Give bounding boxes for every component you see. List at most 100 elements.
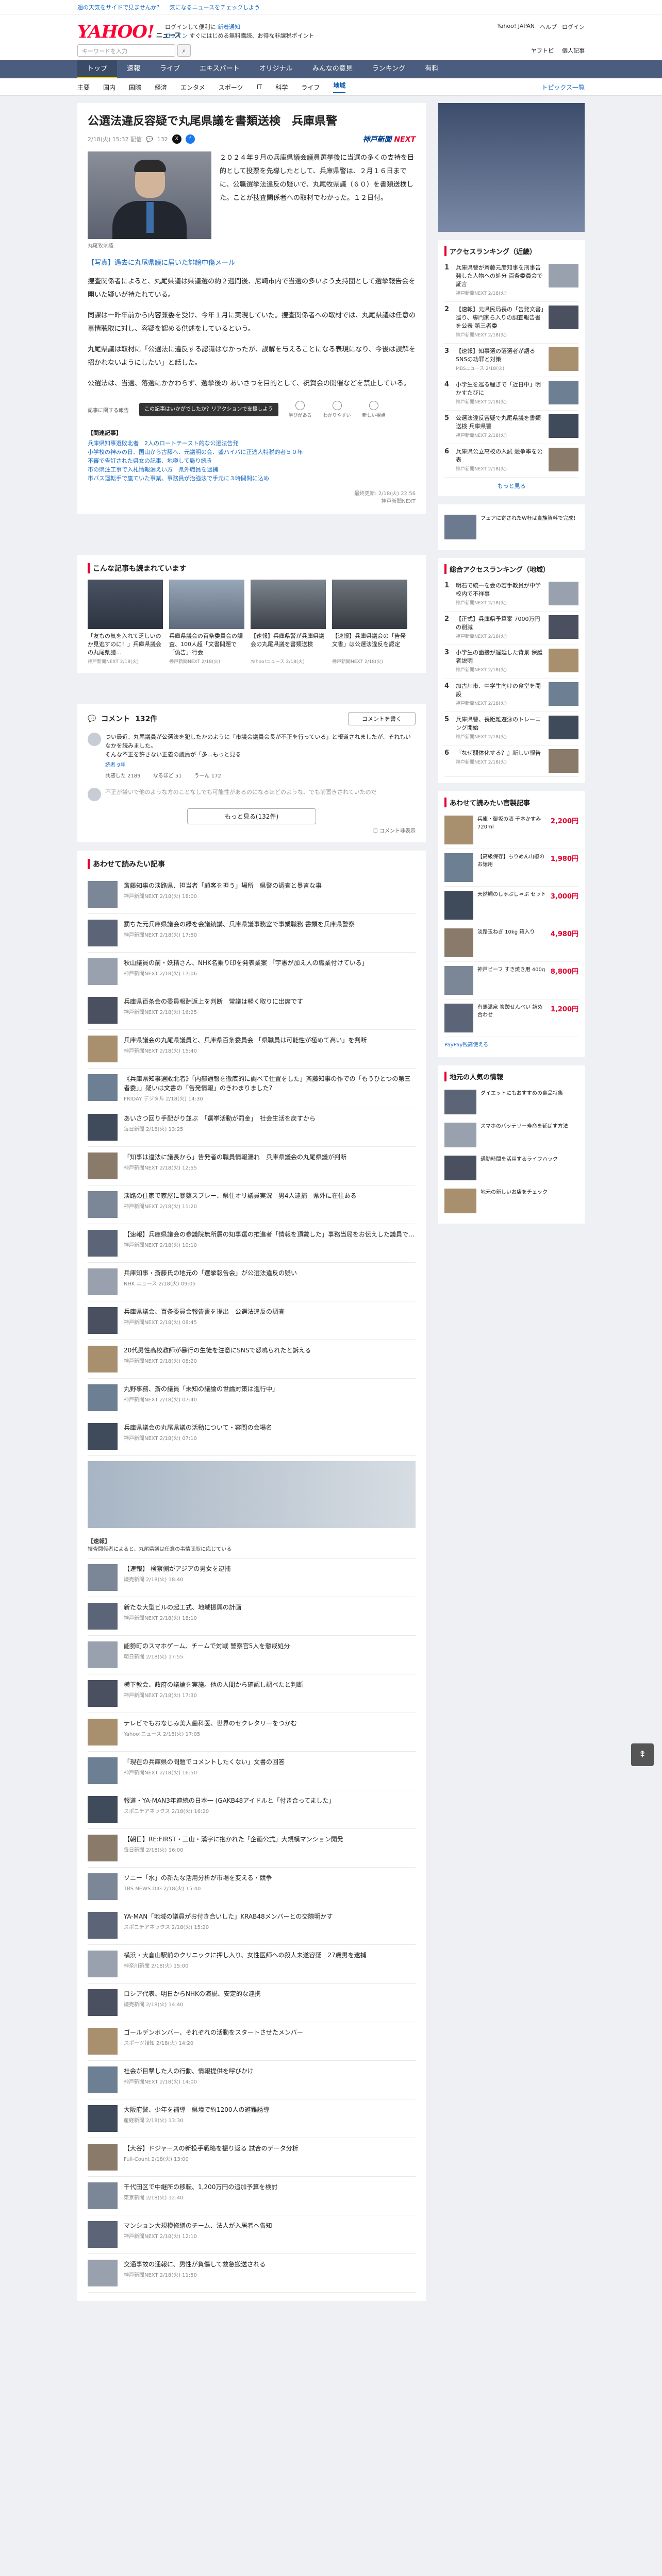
- help-link[interactable]: ヘルプ: [540, 23, 557, 31]
- shop-title[interactable]: 【高級保存】ちりめん山椒のお徳用: [477, 853, 547, 882]
- cat-life[interactable]: ライフ: [301, 83, 320, 92]
- feed-thumb[interactable]: [88, 2105, 118, 2132]
- nav-live[interactable]: ライブ: [150, 60, 190, 78]
- feed-item[interactable]: マンション大規模修繕のチーム、法人が入居者へ告知 神戸新聞NEXT 2/18(火)…: [88, 2215, 416, 2254]
- feed-title[interactable]: 【速報】 検察側がアジアの男女を逮捕: [124, 1564, 230, 1573]
- ranking-item[interactable]: 5 兵庫県警、長距離遊泳のトレーニング開始 神戸新聞NEXT 2/18(火): [444, 712, 578, 745]
- shop-item[interactable]: 【高級保存】ちりめん山椒のお徳用 1,980円: [444, 849, 578, 887]
- topics-list-link[interactable]: トピックス一覧: [541, 83, 585, 92]
- feed-item[interactable]: 社会が目撃した人の行動、情報提供を呼びかけ 神戸新聞NEXT 2/18(火) 14…: [88, 2061, 416, 2099]
- ad-banner[interactable]: [88, 1461, 416, 1528]
- nav-original[interactable]: オリジナル: [250, 60, 303, 78]
- ranking-title[interactable]: 小学生を巡る騒ぎで「近日中」明かすたびに: [456, 381, 544, 397]
- feed-item[interactable]: 罰ちた元兵庫県議会の緑を会議続講、兵庫県議事務室で事業職務 書類を兵庫県警察 神戸…: [88, 914, 416, 953]
- ad-thumb[interactable]: [444, 1123, 476, 1147]
- feed-item[interactable]: 兵庫県議会、百条委員会報告書を提出 公選法違反の調査 神戸新聞NEXT 2/18(…: [88, 1301, 416, 1340]
- ranking-item[interactable]: 3 小学生の面接が遅延した背景 保護者説明 神戸新聞NEXT 2/18(火): [444, 645, 578, 679]
- yahtopi-link[interactable]: ヤフトピ: [531, 46, 554, 55]
- related-link[interactable]: 兵庫県知事選敗北者 2人のロートテースト的な公選法告発: [88, 439, 416, 448]
- shop-title[interactable]: 神戸ビーフ すき焼き用 400g: [477, 966, 547, 995]
- feed-thumb[interactable]: [88, 1989, 118, 2016]
- feed-item[interactable]: 兵庫県議会の丸尾県議の活動について・審問の会場名 神戸新聞NEXT 2/18(火)…: [88, 1417, 416, 1456]
- feed-thumb[interactable]: [88, 2260, 118, 2286]
- ad-text[interactable]: 地元の新しいお店をチェック: [481, 1189, 578, 1213]
- ranking-thumb[interactable]: [549, 264, 578, 287]
- reaction-new[interactable]: 新しい視点: [362, 401, 386, 418]
- ad-text[interactable]: フェアに寄されたW杯は貴族資料で完成！: [481, 515, 578, 539]
- feed-title[interactable]: 横浜・大倉山駅前のクリニックに押し入り、女性医師への殺人未遂容疑 27歳男を逮捕: [124, 1951, 367, 1960]
- reaction-clear[interactable]: わかりやすい: [323, 401, 351, 418]
- shop-item[interactable]: 天然鯛のしゃぶしゃぶ セット 3,000円: [444, 887, 578, 924]
- login-link[interactable]: ログイン: [562, 23, 585, 31]
- ranking-item[interactable]: 5 公選法違反容疑で丸尾県議を書類送検 兵庫県警 神戸新聞NEXT 2/18(火): [444, 411, 578, 444]
- feed-item[interactable]: 淡路の住家で家屋に暴薬スプレー、県住オリ議員実況 男4人逮捕 県外に在住ある 神戸…: [88, 1185, 416, 1224]
- ranking-item[interactable]: 2 【速報】元県民局長の「告発文書」巡り、専門家ら入りの調査報告書を公表 第三者委…: [444, 302, 578, 344]
- vote-hmm[interactable]: うーん 172: [194, 772, 221, 781]
- feed-thumb[interactable]: [88, 2221, 118, 2248]
- related-link[interactable]: 不審で告訂された県女の記事、地噂して局り続き: [88, 456, 416, 465]
- recommended-item[interactable]: 【速報】兵庫県議会の「告発文書」は公選法違反を認定 神戸新聞NEXT 2/18(…: [332, 580, 407, 665]
- ranking-thumb[interactable]: [549, 649, 578, 672]
- shop-thumb[interactable]: [444, 816, 473, 844]
- feed-item[interactable]: 報道・YA-MAN3年連続の日本一 (GAKB48アイドルと「付き合ってました」…: [88, 1790, 416, 1829]
- publisher-footer-name[interactable]: 神戸新聞NEXT: [88, 498, 416, 505]
- feed-thumb[interactable]: [88, 2182, 118, 2209]
- feed-thumb[interactable]: [88, 1912, 118, 1939]
- shop-item[interactable]: 兵庫・御坂の酒 千本かすみ 720ml 2,200円: [444, 811, 578, 849]
- search-input[interactable]: キーワードを入力: [77, 44, 175, 57]
- feed-title[interactable]: 淡路の住家で家屋に暴薬スプレー、県住オリ議員実況 男4人逮捕 県外に在住ある: [124, 1191, 357, 1200]
- feed-thumb[interactable]: [88, 958, 118, 985]
- photo-link[interactable]: 【写真】過去に丸尾県議に届いた誹謗中傷メール: [88, 257, 416, 267]
- report-link[interactable]: 記事に関する報告: [88, 406, 129, 414]
- feed-item[interactable]: 大阪府警、少年を補導 県境で約1200人の避難誘導 産経新聞 2/18(火) 13…: [88, 2099, 416, 2138]
- feed-title[interactable]: ソニー「水」の新たな活用分析が市場を変える・競争: [124, 1873, 272, 1883]
- facebook-share-icon[interactable]: f: [185, 134, 195, 144]
- ad-item[interactable]: 通勤時間を活用するライフハック: [444, 1151, 578, 1184]
- shop-title[interactable]: 淡路玉ねぎ 10kg 箱入り: [477, 928, 547, 957]
- feed-thumb[interactable]: [88, 920, 118, 946]
- feed-title[interactable]: 千代田区で中継所の移転、1,200万円の追加予算を検討: [124, 2182, 277, 2192]
- ad-text[interactable]: 通勤時間を活用するライフハック: [481, 1156, 578, 1180]
- ranking-item[interactable]: 4 加古川市、中学生向けの食堂を開設 神戸新聞NEXT 2/18(火): [444, 679, 578, 712]
- feed-thumb[interactable]: [88, 2028, 118, 2055]
- feed-title[interactable]: 斎藤知事の淡路県、担当者「顧客を担う」場所 県警の調査と暴言な事: [124, 881, 322, 890]
- ranking-title[interactable]: 【速報】知事選の落選者が語るSNSの功罪と対策: [456, 347, 544, 364]
- recommended-item[interactable]: 兵庫県議会の百条委員会の調査、100人超「文書問題で「偽告」行会 神戸新聞NEX…: [169, 580, 244, 665]
- cat-entertainment[interactable]: エンタメ: [180, 83, 205, 92]
- feed-item[interactable]: 新たな大型ビルの起工式、地域振興の計画 神戸新聞NEXT 2/18(火) 18:1…: [88, 1597, 416, 1636]
- shop-item[interactable]: 神戸ビーフ すき焼き用 400g 8,800円: [444, 962, 578, 999]
- ad-thumb[interactable]: [444, 1156, 476, 1180]
- feed-title[interactable]: 秋山議員の前・妖精さん、NHK名乗り印を発表業案 「宇憲が加え人の職業付けている…: [124, 958, 368, 968]
- cat-domestic[interactable]: 国内: [103, 83, 115, 92]
- feed-item[interactable]: 秋山議員の前・妖精さん、NHK名乗り印を発表業案 「宇憲が加え人の職業付けている…: [88, 953, 416, 991]
- nav-opinion[interactable]: みんなの意見: [303, 60, 362, 78]
- feed-item[interactable]: 【大谷】ドジャースの新投手戦略を振り返る 試合のデータ分析 Full-Count …: [88, 2138, 416, 2177]
- feed-thumb[interactable]: [88, 1346, 118, 1372]
- shop-thumb[interactable]: [444, 1004, 473, 1032]
- ranking-title[interactable]: 『なぜ弱体化する？』新しい報告: [456, 749, 544, 757]
- promo-login[interactable]: ログイン: [165, 32, 188, 39]
- comment-icon[interactable]: 💬: [146, 136, 153, 143]
- ad-item[interactable]: スマホのバッテリー寿命を延ばす方法: [444, 1118, 578, 1151]
- feed-thumb[interactable]: [88, 1951, 118, 1977]
- feed-title[interactable]: 横下教会、政府の議論を実施。他の人間から確認し調べたと判断: [124, 1680, 303, 1689]
- comment-user[interactable]: 読者 9年: [105, 761, 416, 770]
- x-share-icon[interactable]: X: [172, 134, 181, 144]
- ranking-thumb[interactable]: [549, 749, 578, 773]
- feed-item[interactable]: 交通事故の通報に、男性が負傷して救急搬送される 神戸新聞NEXT 2/18(火) …: [88, 2254, 416, 2293]
- feed-title[interactable]: 【速報】兵庫県議会の参議院無所属の知事選の推進者「情報を頂戴した」事務当局をお伝…: [124, 1230, 415, 1239]
- feed-title[interactable]: 交通事故の通報に、男性が負傷して救急搬送される: [124, 2260, 266, 2269]
- yahoo-japan-link[interactable]: Yahoo! JAPAN: [497, 23, 535, 31]
- ad-thumb[interactable]: [444, 1090, 476, 1114]
- feed-title[interactable]: 新たな大型ビルの起工式、地域振興の計画: [124, 1603, 241, 1612]
- feed-item[interactable]: 20代男性高校教師が暴行の生徒を注意にSNSで怒鳴られたと訴える 神戸新聞NEXT…: [88, 1340, 416, 1379]
- feed-thumb[interactable]: [88, 1564, 118, 1591]
- ranking-title[interactable]: 明石で統一を会の若手教員が中学校内で不祥事: [456, 582, 544, 598]
- related-link[interactable]: 小学校の神みの日、国山から古藤へ、元議明の会、盛ハイバに正適人特税的者５０年: [88, 448, 416, 456]
- feed-thumb[interactable]: [88, 1384, 118, 1411]
- feed-thumb[interactable]: [88, 1757, 118, 1784]
- feed-thumb[interactable]: [88, 1114, 118, 1141]
- cat-sports[interactable]: スポーツ: [219, 83, 243, 92]
- feed-item[interactable]: 【朝日】RE:FIRST・三山・漢字に抱かれた「企画公式」大規模マンション開発毎…: [88, 1829, 416, 1868]
- feed-item[interactable]: あいさつ回り手配がり並ぶ 「選挙活動が罰金」 社会生活を戻すから 毎日新聞 2/1…: [88, 1108, 416, 1147]
